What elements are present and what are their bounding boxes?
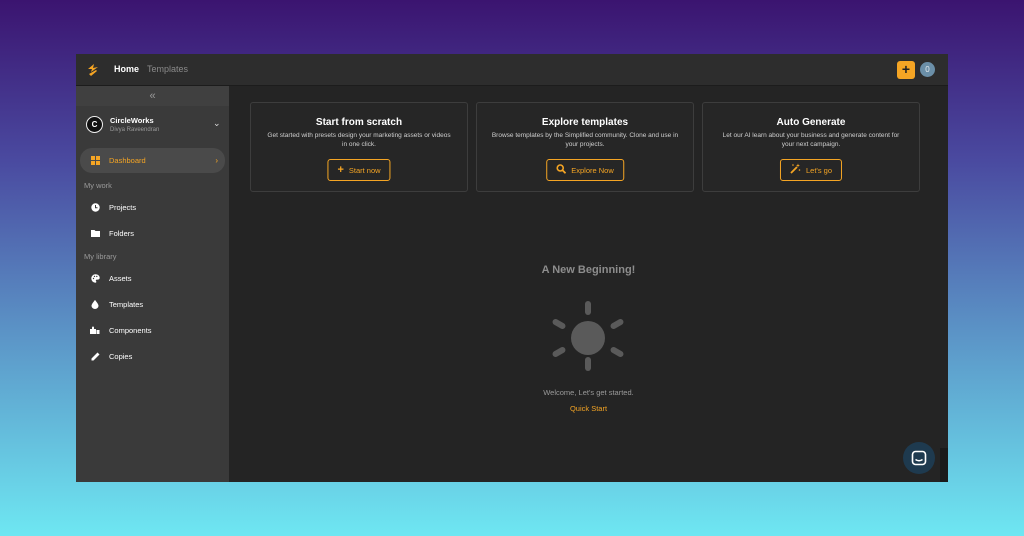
sidebar-item-label: Dashboard [109,156,146,165]
search-icon [556,163,567,177]
button-label: Start now [348,165,381,175]
sidebar-item-components[interactable]: Components [76,317,229,343]
collapse-sidebar-button[interactable]: « [76,86,229,106]
sidebar-item-label: Assets [109,273,132,283]
workspace-user: Divya Raveendran [110,127,160,133]
card-description: Browse templates by the Simplified commu… [491,132,679,148]
sun-icon [552,301,624,371]
top-bar: Home Templates + 0 [76,54,948,86]
workspace-name: CircleWorks [110,116,154,125]
chevron-right-icon: › [215,156,218,165]
workspace-avatar: C [86,116,103,133]
drop-icon [90,299,100,309]
sidebar-item-templates[interactable]: Templates [76,291,229,317]
sidebar-item-label: Copies [109,351,133,361]
sidebar-item-label: Templates [109,299,144,309]
card-explore-templates: Explore templates Browse templates by th… [476,102,694,192]
sidebar-item-label: Folders [109,228,135,238]
simplified-logo-icon[interactable] [86,63,100,77]
card-title: Auto Generate [776,117,846,128]
pencil-icon [90,351,100,361]
card-title: Start from scratch [315,117,403,128]
plus-icon: + [337,164,344,176]
card-description: Get started with presets design your mar… [267,132,451,148]
sidebar-item-projects[interactable]: Projects [76,194,229,220]
sidebar-item-label: Components [109,325,152,335]
nav-home[interactable]: Home [114,64,139,74]
notification-count-badge[interactable]: 0 [920,62,935,77]
card-title: Explore templates [541,117,629,128]
palette-icon [90,273,100,283]
nav-templates[interactable]: Templates [147,64,188,74]
sidebar-item-assets[interactable]: Assets [76,265,229,291]
puzzle-icon [90,325,100,335]
sidebar-item-dashboard[interactable]: Dashboard › [80,148,225,173]
main-content: Start from scratch Get started with pres… [229,86,948,482]
chevron-down-icon[interactable]: ⌄ [213,118,221,129]
sidebar-item-folders[interactable]: Folders [76,220,229,246]
section-label-my-work: My work [84,181,112,190]
card-auto-generate: Auto Generate Let our AI learn about you… [702,102,920,192]
explore-now-button[interactable]: Explore Now [546,159,624,181]
app-window: Home Templates + 0 « C CircleWorks Divya… [76,54,948,482]
chat-support-button[interactable] [903,442,935,474]
lets-go-button[interactable]: Let's go [779,159,843,181]
top-nav: Home Templates [114,64,188,74]
section-label-my-library: My library [84,252,117,261]
sidebar-item-label: Projects [109,202,137,212]
sidebar-item-copies[interactable]: Copies [76,343,229,369]
welcome-text: Welcome, Let's get started. [543,388,634,397]
start-now-button[interactable]: + Start now [327,159,391,181]
empty-state-title: A New Beginning! [541,264,636,276]
scrollbar-strip [940,448,948,482]
card-description: Let our AI learn about your business and… [722,132,900,148]
add-button[interactable]: + [897,61,915,79]
clock-icon [90,202,100,212]
quick-start-link[interactable]: Quick Start [229,404,948,413]
chat-icon [911,450,927,466]
dashboard-icon [90,156,100,166]
folder-icon [90,228,100,238]
magic-wand-icon [790,163,801,177]
workspace-switcher[interactable]: C CircleWorks Divya Raveendran ⌄ [76,106,229,146]
card-start-from-scratch: Start from scratch Get started with pres… [250,102,468,192]
button-label: Explore Now [571,165,614,175]
sidebar: « C CircleWorks Divya Raveendran ⌄ Dashb… [76,86,229,482]
button-label: Let's go [805,165,833,175]
